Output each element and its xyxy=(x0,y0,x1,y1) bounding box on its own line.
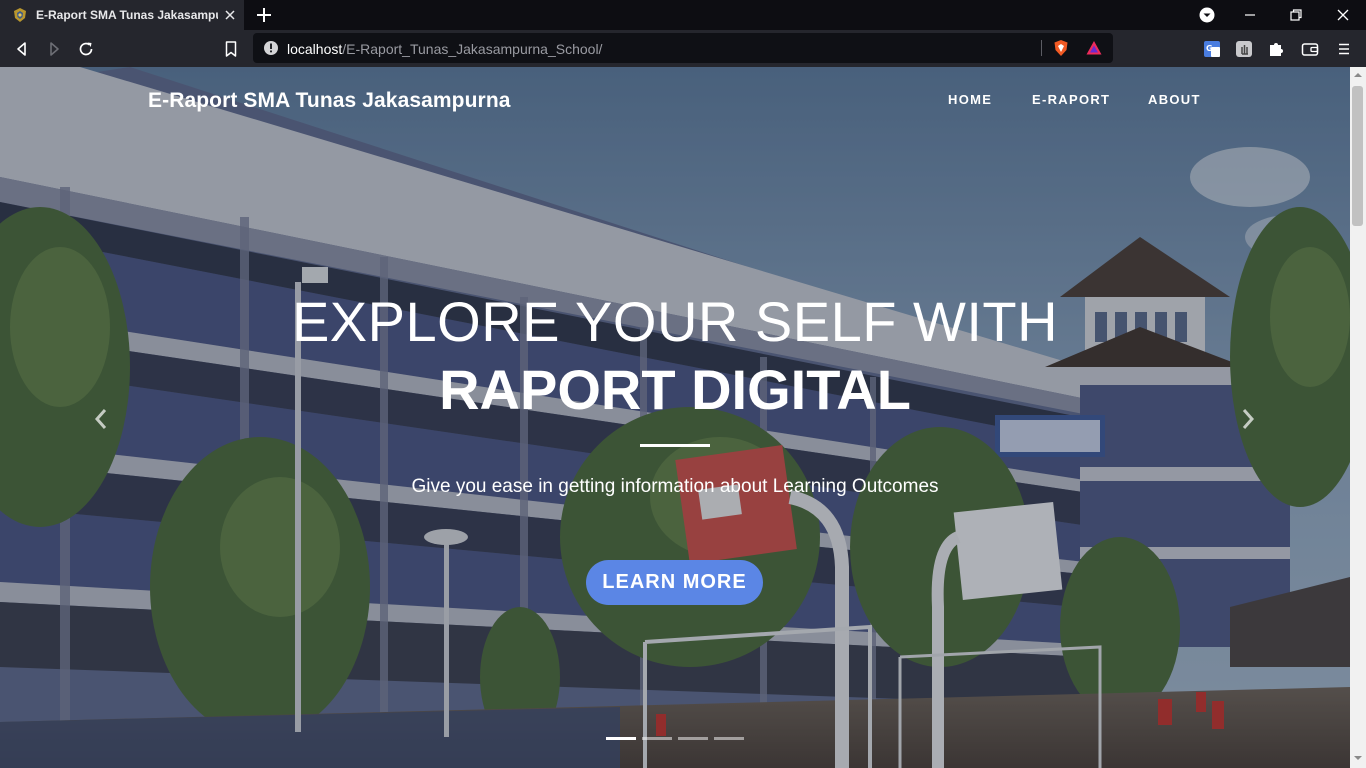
nav-home[interactable]: HOME xyxy=(948,92,992,107)
bookmark-icon[interactable] xyxy=(221,39,241,59)
site-info-icon[interactable] xyxy=(263,40,279,56)
wallet-icon[interactable] xyxy=(1300,39,1320,59)
carousel-indicator-1[interactable] xyxy=(606,737,636,740)
svg-text:G: G xyxy=(1206,44,1213,53)
carousel-prev-icon[interactable] xyxy=(90,405,112,433)
browser-tab[interactable]: E-Raport SMA Tunas Jakasampurna xyxy=(0,0,244,30)
carousel-indicator-3[interactable] xyxy=(678,737,708,740)
reload-icon[interactable] xyxy=(76,39,96,59)
forward-icon[interactable] xyxy=(44,39,64,59)
close-tab-icon[interactable] xyxy=(222,7,238,23)
minimize-window-icon[interactable] xyxy=(1240,5,1260,25)
school-emblem-icon xyxy=(14,8,26,22)
hand-extension-icon[interactable] xyxy=(1234,39,1254,59)
address-bar[interactable]: localhost/E-Raport_Tunas_Jakasampurna_Sc… xyxy=(253,33,1113,63)
site-brand[interactable]: E-Raport SMA Tunas Jakasampurna xyxy=(148,89,511,113)
browser-toolbar: localhost/E-Raport_Tunas_Jakasampurna_Sc… xyxy=(0,30,1366,67)
hero-heading-line2: RAPORT DIGITAL xyxy=(439,358,911,421)
scrollbar-thumb[interactable] xyxy=(1352,86,1363,226)
restore-window-icon[interactable] xyxy=(1286,5,1306,25)
hero-subtitle: Give you ease in getting information abo… xyxy=(411,476,939,497)
scroll-up-arrow-icon[interactable] xyxy=(1353,70,1363,80)
brave-shields-icon[interactable] xyxy=(1052,39,1070,57)
hero-heading-line1: EXPLORE YOUR SELF WITH xyxy=(291,290,1059,353)
menu-hamburger-icon[interactable] xyxy=(1334,39,1354,59)
translate-extension-icon[interactable]: G xyxy=(1202,39,1222,59)
page-viewport: E-Raport SMA Tunas Jakasampurna HOME E-R… xyxy=(0,67,1350,768)
url-text: localhost/E-Raport_Tunas_Jakasampurna_Sc… xyxy=(287,41,602,57)
hero-divider xyxy=(640,444,710,447)
browser-tab-strip: E-Raport SMA Tunas Jakasampurna xyxy=(0,0,1366,30)
address-bar-divider xyxy=(1041,40,1042,56)
url-path: /E-Raport_Tunas_Jakasampurna_School/ xyxy=(342,41,603,57)
nav-about[interactable]: ABOUT xyxy=(1148,92,1201,107)
profile-dropdown-icon[interactable] xyxy=(1197,5,1217,25)
tab-title: E-Raport SMA Tunas Jakasampurna xyxy=(36,8,218,22)
brave-rewards-icon[interactable] xyxy=(1085,39,1103,57)
scroll-down-arrow-icon[interactable] xyxy=(1353,753,1363,763)
nav-e-raport[interactable]: E-RAPORT xyxy=(1032,92,1110,107)
carousel-indicator-4[interactable] xyxy=(714,737,744,740)
url-host: localhost xyxy=(287,41,343,57)
close-window-icon[interactable] xyxy=(1333,5,1353,25)
extensions-puzzle-icon[interactable] xyxy=(1266,39,1286,59)
carousel-indicator-2[interactable] xyxy=(642,737,672,740)
back-icon[interactable] xyxy=(12,39,32,59)
learn-more-button[interactable]: LEARN MORE xyxy=(586,560,763,605)
carousel-next-icon[interactable] xyxy=(1237,405,1259,433)
new-tab-plus-icon[interactable] xyxy=(254,5,274,25)
